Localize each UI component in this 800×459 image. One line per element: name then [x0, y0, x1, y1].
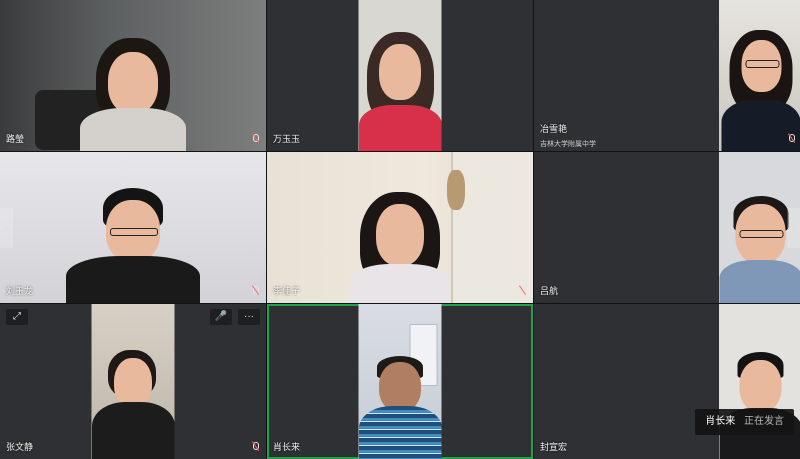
participant-video	[0, 0, 266, 151]
mic-muted-icon	[517, 285, 527, 297]
participant-tile[interactable]: 冶雪艳 吉林大学附属中学	[534, 0, 800, 151]
participant-video	[267, 152, 533, 303]
participant-organization: 吉林大学附属中学	[540, 141, 596, 148]
participant-name: 李佳子	[273, 286, 301, 296]
participant-tile[interactable]: 刘玉龙	[0, 152, 266, 303]
active-speaker-indicator: 肖长来 正在发言	[695, 409, 794, 435]
mic-muted-icon	[786, 133, 796, 145]
participant-tile[interactable]: 万玉玉	[267, 0, 533, 151]
participant-tile[interactable]: ⤢ 🎤 ··· 张文静	[0, 304, 266, 459]
participant-name: 吕航	[540, 286, 559, 296]
participant-video	[358, 304, 442, 459]
mic-muted-icon	[250, 441, 260, 453]
more-button[interactable]: ···	[238, 309, 260, 325]
participant-video	[719, 304, 800, 459]
participant-tile[interactable]: 吕航	[534, 152, 800, 303]
participant-video	[0, 152, 266, 303]
participant-video	[91, 304, 175, 459]
participant-tile-speaking[interactable]: 肖长来	[267, 304, 533, 459]
mic-muted-icon	[250, 285, 260, 297]
participant-video	[358, 0, 442, 151]
prev-page-button[interactable]: ‹	[0, 208, 13, 248]
video-grid: 路瑩 万玉玉 冶雪艳 吉林大学附属中学 刘玉龙 李佳子 吕航 ⤢ 🎤 ··· 张…	[0, 0, 800, 459]
participant-name: 万玉玉	[273, 134, 301, 144]
tile-controls: ⤢ 🎤 ···	[4, 309, 262, 325]
participant-video	[719, 0, 800, 151]
participant-name: 路瑩	[6, 134, 25, 144]
participant-tile[interactable]: 路瑩	[0, 0, 266, 151]
expand-icon[interactable]: ⤢	[6, 309, 28, 325]
participant-tile[interactable]: 李佳子	[267, 152, 533, 303]
participant-name: 刘玉龙	[6, 286, 34, 296]
participant-name: 封宣宏	[540, 442, 568, 452]
participant-tile[interactable]: 封宣宏	[534, 304, 800, 459]
participant-name: 张文静	[6, 442, 34, 452]
next-page-button[interactable]: ›	[787, 208, 800, 248]
participant-name: 冶雪艳	[540, 124, 568, 134]
mic-muted-icon	[250, 133, 260, 145]
mic-icon[interactable]: 🎤	[210, 309, 232, 325]
active-speaker-status: 正在发言	[744, 416, 784, 427]
active-speaker-name: 肖长来	[705, 416, 736, 427]
participant-name: 肖长来	[273, 442, 301, 452]
